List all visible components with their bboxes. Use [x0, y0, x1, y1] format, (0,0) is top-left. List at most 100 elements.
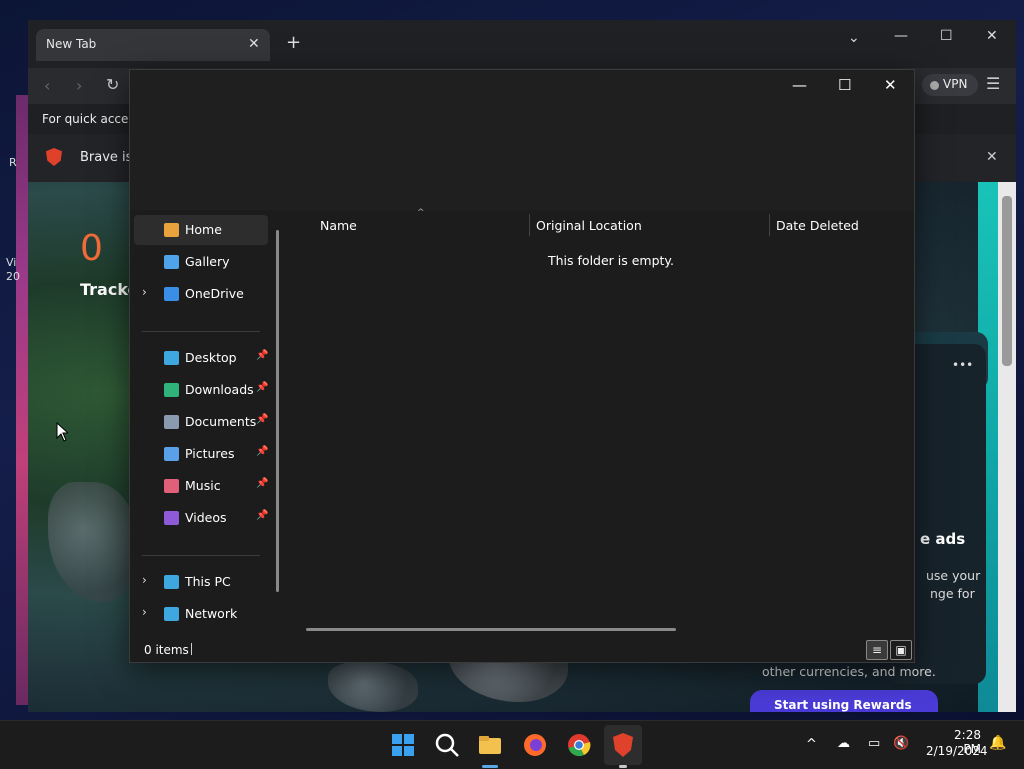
status-bar: 0 items ≡ ▣ — [130, 635, 914, 662]
nav-item-label: Videos — [185, 510, 227, 525]
tab-close-icon[interactable]: ✕ — [248, 36, 260, 52]
column-header-date-deleted[interactable]: Date Deleted — [776, 218, 859, 233]
page-scrollbar[interactable] — [998, 182, 1016, 712]
pin-icon: 📌 — [256, 414, 269, 425]
nav-item-pictures[interactable]: Pictures 📌 — [134, 439, 268, 469]
column-divider[interactable] — [769, 214, 770, 236]
explorer-maximize-button[interactable]: ☐ — [838, 76, 851, 94]
page-scrollbar-thumb[interactable] — [1002, 196, 1012, 366]
expand-chevron-icon[interactable]: › — [142, 605, 147, 619]
tab-strip: New Tab ✕ + ⌄ — ☐ ✕ — [28, 20, 1016, 68]
nav-item-documents[interactable]: Documents 📌 — [134, 407, 268, 437]
infobar-close-icon[interactable]: ✕ — [986, 149, 998, 165]
taskbar: ^ ☁ ▭ 🔇 2:28 PM 2/19/2024 🔔 — [0, 720, 1024, 769]
file-explorer-window: — ☐ ✕ Home Gallery › OneDrive Desktop 📌 Downlo… — [130, 70, 914, 662]
nav-pane-scrollbar[interactable] — [276, 230, 279, 592]
explorer-minimize-button[interactable]: — — [792, 76, 807, 94]
horizontal-scrollbar[interactable] — [306, 628, 676, 631]
nav-item-gallery[interactable]: Gallery — [134, 247, 268, 277]
rewards-headline: e ads — [920, 530, 966, 548]
home-icon — [164, 223, 179, 237]
pin-icon: 📌 — [256, 382, 269, 393]
back-icon[interactable]: ‹ — [44, 76, 50, 95]
nav-item-label: This PC — [185, 574, 231, 589]
nav-item-label: Documents — [185, 414, 257, 429]
desktop-text-2: Vi — [6, 256, 17, 269]
nav-item-label: Music — [185, 478, 221, 493]
network-icon[interactable]: ▭ — [868, 736, 880, 751]
rewards-more-icon[interactable]: ••• — [952, 358, 973, 372]
expand-chevron-icon[interactable]: › — [142, 285, 147, 299]
pin-icon: 📌 — [256, 350, 269, 361]
start-rewards-button[interactable]: Start using Rewards — [750, 690, 938, 712]
windows-start-icon[interactable] — [389, 731, 417, 759]
nav-item-videos[interactable]: Videos 📌 — [134, 503, 268, 533]
pin-icon: 📌 — [256, 478, 269, 489]
videos-icon — [164, 511, 179, 525]
desktop-wallpaper-strip — [16, 95, 28, 705]
tray-overflow-icon[interactable]: ^ — [806, 737, 817, 752]
forward-icon[interactable]: › — [76, 76, 82, 95]
reload-icon[interactable]: ↻ — [106, 75, 119, 94]
explorer-close-button[interactable]: ✕ — [884, 76, 897, 94]
browser-maximize-button[interactable]: ☐ — [940, 28, 953, 44]
vpn-status-icon — [930, 81, 939, 90]
sort-ascending-icon: ^ — [417, 208, 425, 218]
vpn-label: VPN — [943, 77, 968, 91]
column-header-name[interactable]: Name — [320, 218, 357, 233]
nav-item-label: Desktop — [185, 350, 237, 365]
chrome-icon[interactable] — [565, 731, 593, 759]
nav-item-label: Pictures — [185, 446, 235, 461]
column-header-original-location[interactable]: Original Location — [536, 218, 642, 233]
explorer-title-bar: — ☐ ✕ — [130, 70, 914, 210]
onedrive-status-icon[interactable]: ☁ — [837, 736, 850, 751]
nav-item-this-pc[interactable]: › This PC — [134, 567, 268, 597]
nav-item-downloads[interactable]: Downloads 📌 — [134, 375, 268, 405]
expand-chevron-icon[interactable]: › — [142, 573, 147, 587]
desktop-icon — [164, 351, 179, 365]
nav-item-label: OneDrive — [185, 286, 244, 301]
menu-icon[interactable]: ☰ — [986, 74, 1000, 93]
rewards-text-line1: use your — [926, 568, 981, 583]
vpn-button[interactable]: VPN — [922, 74, 978, 96]
desktop-text-1: R — [9, 156, 17, 169]
computer-icon — [164, 575, 179, 589]
item-count: 0 items — [144, 643, 189, 657]
tab-title: New Tab — [46, 37, 97, 51]
brave-logo-icon — [46, 148, 62, 166]
tab-search-dropdown-icon[interactable]: ⌄ — [848, 30, 860, 46]
notification-bell-icon[interactable]: 🔔 — [989, 735, 1006, 751]
nav-item-desktop[interactable]: Desktop 📌 — [134, 343, 268, 373]
large-icons-view-button[interactable]: ▣ — [890, 640, 912, 660]
file-list: Name ^ Original Location Date Deleted Th… — [288, 208, 914, 635]
music-icon — [164, 479, 179, 493]
browser-close-button[interactable]: ✕ — [986, 28, 998, 44]
nav-item-home[interactable]: Home — [134, 215, 268, 245]
rewards-text-line2: nge for — [930, 586, 975, 601]
network-icon — [164, 607, 179, 621]
search-icon[interactable] — [433, 731, 461, 759]
details-view-button[interactable]: ≡ — [866, 640, 888, 660]
volume-icon[interactable]: 🔇 — [893, 736, 909, 751]
nav-item-label: Downloads — [185, 382, 254, 397]
nav-separator — [142, 331, 260, 332]
nav-item-label: Home — [185, 222, 222, 237]
empty-folder-message: This folder is empty. — [548, 253, 675, 268]
rewards-text-line3: other currencies, and more. — [762, 664, 936, 679]
pin-icon: 📌 — [256, 446, 269, 457]
firefox-icon[interactable] — [521, 731, 549, 759]
status-separator — [191, 643, 192, 655]
file-explorer-icon[interactable] — [476, 731, 504, 759]
nav-item-onedrive[interactable]: › OneDrive — [134, 279, 268, 309]
gallery-icon — [164, 255, 179, 269]
browser-minimize-button[interactable]: — — [894, 28, 908, 44]
pictures-icon — [164, 447, 179, 461]
brave-icon[interactable] — [609, 731, 637, 759]
cloud-icon — [164, 287, 179, 301]
column-divider[interactable] — [529, 214, 530, 236]
tab-new-tab[interactable]: New Tab ✕ — [36, 29, 270, 61]
nav-item-music[interactable]: Music 📌 — [134, 471, 268, 501]
new-tab-button[interactable]: + — [286, 32, 301, 53]
nav-item-network[interactable]: › Network — [134, 599, 268, 629]
clock-date[interactable]: 2/19/2024 — [926, 744, 988, 758]
